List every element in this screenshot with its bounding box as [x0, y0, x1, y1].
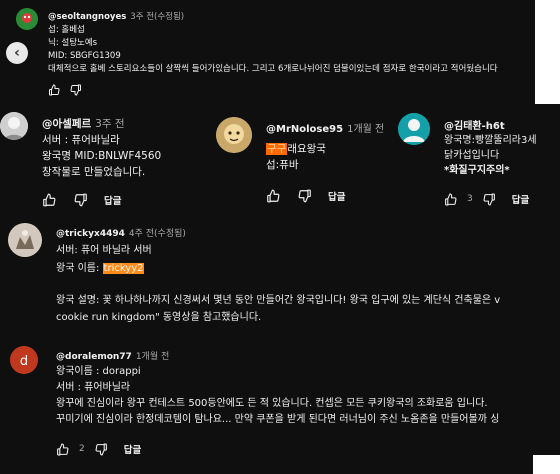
prev-arrow-button[interactable]: ‹	[6, 42, 28, 64]
comment-line: 꾸미기에 진심이라 한정데코템이 탐나요... 만약 쿠폰을 받게 된다면 러너…	[56, 414, 500, 425]
thumbs-up-icon[interactable]	[56, 443, 69, 456]
comment-line: 대체적으로 홀베 스토리요소들이 살짝씩 들어가있습니다. 그리고 6개로나뉘어…	[48, 64, 498, 74]
highlighted-text: 구구	[266, 143, 288, 155]
comment-line: 닉: 설탕노예s	[48, 38, 98, 48]
comment-line: 왕국명:빵깔뚤리라3세	[444, 135, 537, 146]
comment-line: 왕국 이름: trickyy2	[56, 260, 500, 278]
comment-line: 서버 : 퓨어바닐라	[56, 382, 131, 393]
thumbs-up-icon[interactable]	[266, 189, 280, 203]
comment-actions: 답글	[42, 193, 121, 207]
like-count: 2	[79, 444, 85, 454]
comment-line: 서버: 퓨어 바닐라 서버	[56, 245, 152, 256]
comment-body: 서버 : 퓨어바닐라 왕국명 MID:BNLWF4560 창작물로 만들었습니다…	[42, 132, 161, 180]
comment-body: 왕국이름 : dorappi 서버 : 퓨어바닐라 왕꾸에 진심이라 왕꾸 컨테…	[56, 364, 499, 428]
reply-button[interactable]: 답글	[512, 192, 529, 206]
author-name[interactable]: @doralemon77	[56, 352, 132, 362]
comment-author[interactable]: @MrNolose95 1개월 전	[266, 120, 384, 135]
comment-actions: 답글	[266, 189, 345, 203]
author-name[interactable]: @아셀페르	[42, 118, 91, 130]
thumbs-down-icon[interactable]	[70, 84, 82, 96]
author-name[interactable]: @김태환-h6t	[444, 121, 505, 132]
comment-author[interactable]: @seoltangnoyes 3주 전(수정됨)	[48, 10, 184, 22]
comment-line: 섭:퓨바	[266, 159, 299, 171]
comment-author[interactable]: @trickyx4494 4주 전(수정됨)	[56, 226, 186, 239]
comment-line: 구구래요왕국	[266, 141, 326, 157]
comment-text: 왕국 이름:	[56, 263, 103, 274]
reply-button[interactable]: 답글	[124, 442, 141, 456]
background-strip-bottom	[533, 455, 560, 474]
avatar[interactable]	[216, 117, 252, 153]
comment-time[interactable]: 1개월 전	[347, 124, 384, 135]
comment-line: 왕국이름 : dorappi	[56, 366, 141, 377]
thumbs-down-icon[interactable]	[95, 443, 108, 456]
avatar[interactable]	[398, 113, 430, 145]
comment-time[interactable]: 1개월 전	[136, 352, 169, 362]
comment-author[interactable]: @김태환-h6t	[444, 117, 505, 132]
thumbs-up-icon[interactable]	[48, 84, 60, 96]
author-name[interactable]: @trickyx4494	[56, 229, 125, 239]
comment-author[interactable]: @doralemon77 1개월 전	[56, 349, 169, 362]
avatar[interactable]	[8, 223, 42, 257]
thumbs-down-icon[interactable]	[74, 193, 88, 207]
comment-author[interactable]: @아셀페르 3주 전	[42, 116, 124, 131]
avatar[interactable]: d	[10, 346, 38, 374]
svg-text:d: d	[20, 354, 28, 369]
comment-text: 래요왕국	[287, 143, 326, 155]
thumbs-down-icon[interactable]	[298, 189, 312, 203]
chevron-left-icon: ‹	[14, 45, 20, 61]
comment-body: 왕국명:빵깔뚤리라3세 닭카섭입니다 *화질구지주의*	[444, 133, 537, 178]
thumbs-up-icon[interactable]	[444, 193, 457, 206]
comment-line: 닭카섭입니다	[444, 150, 500, 161]
avatar[interactable]	[16, 8, 38, 30]
comment-body: 서버: 퓨어 바닐라 서버 왕국 이름: trickyy2 왕국 설명: 꽃 하…	[56, 242, 500, 326]
highlighted-text: trickyy2	[102, 263, 145, 274]
thumbs-down-icon[interactable]	[483, 193, 496, 206]
comment-line: 왕국명 MID:BNLWF4560	[42, 150, 162, 162]
reply-button[interactable]: 답글	[328, 189, 345, 203]
comment-line: *화질구지주의*	[444, 165, 510, 176]
comment-line: MID: SBGFG1309	[48, 51, 121, 61]
comment-line: 왕국 설명: 꽃 하나하나까지 신경써서 몇년 동안 만들어간 왕국입니다! 왕…	[56, 295, 501, 306]
avatar[interactable]	[0, 112, 28, 140]
like-count: 3	[467, 194, 473, 204]
comment-actions	[48, 84, 82, 96]
background-strip	[535, 0, 560, 104]
comment-body: 섭: 홀베섭 닉: 설탕노예s MID: SBGFG1309 대체적으로 홀베 …	[48, 24, 498, 76]
comment-line: cookie run kingdom" 동영상을 참고했습니다.	[56, 312, 262, 323]
comment-actions: 3 답글	[444, 192, 529, 206]
author-name[interactable]: @MrNolose95	[266, 124, 343, 135]
author-name[interactable]: @seoltangnoyes	[48, 12, 126, 22]
thumbs-up-icon[interactable]	[42, 193, 56, 207]
reply-button[interactable]: 답글	[104, 193, 121, 207]
comment-line: 섭: 홀베섭	[48, 25, 85, 35]
comment-time[interactable]: 3주 전	[95, 118, 124, 130]
comment-line: 창작물로 만들었습니다.	[42, 166, 146, 178]
comment-line: 왕꾸에 진심이라 왕꾸 컨테스트 500등안에도 든 적 있습니다. 컨셉은 모…	[56, 398, 488, 409]
comment-body: 구구래요왕국 섭:퓨바	[266, 141, 326, 173]
comment-time[interactable]: 4주 전(수정됨)	[129, 229, 186, 239]
comment-actions: 2 답글	[56, 442, 141, 456]
comment-time[interactable]: 3주 전(수정됨)	[130, 12, 184, 22]
comment-line: 서버 : 퓨어바닐라	[42, 134, 120, 146]
